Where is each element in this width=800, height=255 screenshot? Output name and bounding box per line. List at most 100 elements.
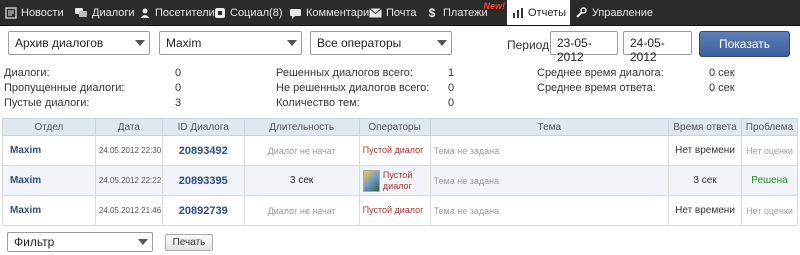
cell-dialog-id[interactable]: 20893492 [161, 135, 245, 166]
column-header[interactable]: Проблема [740, 118, 799, 136]
nav-label: Социал(8) [230, 6, 283, 19]
table-header-row: Отдел Дата ID Диалога Длительность Опера… [2, 118, 799, 136]
bar-chart-icon [512, 6, 524, 20]
stat-value: 0 сек [709, 82, 735, 94]
comments-icon [289, 6, 302, 20]
cell-dialog-id[interactable]: 20893395 [161, 165, 245, 196]
stat-value: 0 сек [709, 67, 735, 79]
cell-operator: Пустой диалог [358, 135, 431, 166]
cell-problem: Нет оценки [740, 135, 799, 166]
nav-item-dialogs[interactable]: Диалоги [69, 0, 135, 25]
report-type-select[interactable]: Архив диалогов [8, 31, 150, 55]
nav-item-social[interactable]: Социал(8) [209, 0, 284, 25]
nav-item-news[interactable]: Новости [0, 0, 69, 25]
report-type-value: Архив диалогов [15, 36, 104, 50]
operator-wrap: Пустой диалог [362, 169, 430, 192]
column-header[interactable]: Дата [94, 118, 163, 136]
cell-problem: Нет оценки [740, 195, 799, 226]
nav-item-mail[interactable]: Почта [364, 0, 420, 25]
user-icon [139, 6, 151, 20]
stat-value: 0 [448, 82, 455, 94]
table-row[interactable]: Maxim 24.05.2012 22:30 20893492 Диалог н… [2, 135, 799, 166]
stats-summary: Диалоги: 0 Пропущенные диалоги: 0 Пустые… [0, 67, 800, 112]
cell-date: 24.05.2012 21:46 [94, 195, 163, 226]
filter-select-value: Фильтр [14, 235, 55, 249]
stat-label: Среднее время ответа: [537, 82, 656, 94]
stat-value: 3 [175, 97, 182, 109]
print-button[interactable]: Печать [165, 234, 213, 251]
cell-operator: Пустой диалог [358, 195, 431, 226]
chevron-down-icon [287, 40, 297, 46]
department-value: Maxim [166, 36, 202, 50]
cell-date: 24.05.2012 22:30 [94, 135, 163, 166]
cell-operator: Пустой диалог [358, 165, 431, 196]
nav-label: Управление [591, 6, 653, 19]
cell-duration: 3 сек [243, 165, 360, 196]
date-to-field[interactable]: 24-05-2012 [623, 31, 692, 64]
show-button[interactable]: Показать [699, 31, 790, 57]
nav-item-visitors[interactable]: Посетители [134, 0, 215, 25]
envelope-icon [369, 6, 382, 20]
date-from-value: 23-05-2012 [557, 36, 592, 64]
cell-department[interactable]: Maxim [2, 165, 96, 196]
cell-department[interactable]: Maxim [2, 135, 96, 166]
table-row[interactable]: Maxim 24.05.2012 22:22 20893395 3 сек Пу… [2, 165, 799, 196]
department-select[interactable]: Maxim [159, 31, 302, 55]
cell-duration: Диалог не начат [243, 135, 360, 166]
cell-dialog-id[interactable]: 20892739 [161, 195, 245, 226]
stat-label: Количество тем: [276, 97, 360, 109]
nav-item-management[interactable]: Управление [570, 0, 660, 25]
column-header[interactable]: Отдел [2, 118, 96, 136]
chevron-down-icon [135, 40, 145, 46]
cell-problem: Решена [740, 165, 799, 196]
stat-value: 0 [175, 82, 182, 94]
dialogs-table: Отдел Дата ID Диалога Длительность Опера… [2, 118, 799, 226]
operator-label: Пустой диалог [362, 145, 424, 155]
stat-label: Решенных диалогов всего: [276, 67, 413, 79]
stat-label: Пустые диалоги: [4, 97, 90, 109]
column-header[interactable]: Длительность [243, 118, 360, 136]
cell-response-time: Нет времени [668, 195, 742, 226]
filter-select[interactable]: Фильтр [7, 232, 153, 252]
social-icon [214, 6, 226, 20]
operators-select[interactable]: Все операторы [310, 31, 452, 55]
stat-label: Среднее время диалога: [537, 67, 664, 79]
wrench-icon [575, 6, 588, 20]
dollar-icon: $ [428, 5, 436, 20]
operator-label: Пустой диалог [362, 205, 424, 215]
cell-duration: Диалог не начат [243, 195, 360, 226]
filter-bar: Архив диалогов Maxim Все операторы Перио… [0, 31, 800, 64]
column-header[interactable]: ID Диалога [161, 118, 245, 136]
column-header[interactable]: Операторы [358, 118, 431, 136]
nav-item-payments[interactable]: $ Платежи New! [420, 0, 505, 25]
column-header[interactable]: Тема [429, 118, 670, 136]
news-icon [5, 6, 17, 20]
date-to-value: 24-05-2012 [630, 36, 665, 64]
column-header[interactable]: Время ответа [668, 118, 742, 136]
chevron-down-icon [138, 239, 148, 245]
operator-label: Пустой диалог [382, 169, 413, 191]
nav-label: Почта [386, 6, 417, 19]
stat-label: Диалоги: [4, 67, 50, 79]
cell-date: 24.05.2012 22:22 [94, 165, 163, 196]
nav-item-comments[interactable]: Комментарии [284, 0, 375, 25]
cell-response-time: Нет времени [668, 135, 742, 166]
stat-value: 0 [448, 97, 455, 109]
stat-value: 0 [175, 67, 182, 79]
cell-department[interactable]: Maxim [2, 195, 96, 226]
stat-label: Не решенных диалогов всего: [276, 82, 430, 94]
cell-topic: Тема не задана [429, 195, 670, 226]
chat-bubbles-icon [74, 6, 88, 20]
date-from-field[interactable]: 23-05-2012 [550, 31, 618, 64]
nav-item-reports[interactable]: Отчеты [507, 0, 570, 25]
nav-label: Диалоги [92, 6, 135, 19]
table-row[interactable]: Maxim 24.05.2012 21:46 20892739 Диалог н… [2, 195, 799, 226]
cell-topic: Тема не задана [429, 165, 670, 196]
stat-value: 1 [448, 67, 455, 79]
nav-label: Отчеты [528, 6, 567, 19]
chevron-down-icon [437, 40, 447, 46]
top-nav: Новости Диалоги Посетители Социал(8) Ком… [0, 0, 800, 26]
period-label: Период: [507, 38, 553, 52]
new-badge: New! [483, 1, 505, 11]
operator-avatar [362, 169, 380, 192]
